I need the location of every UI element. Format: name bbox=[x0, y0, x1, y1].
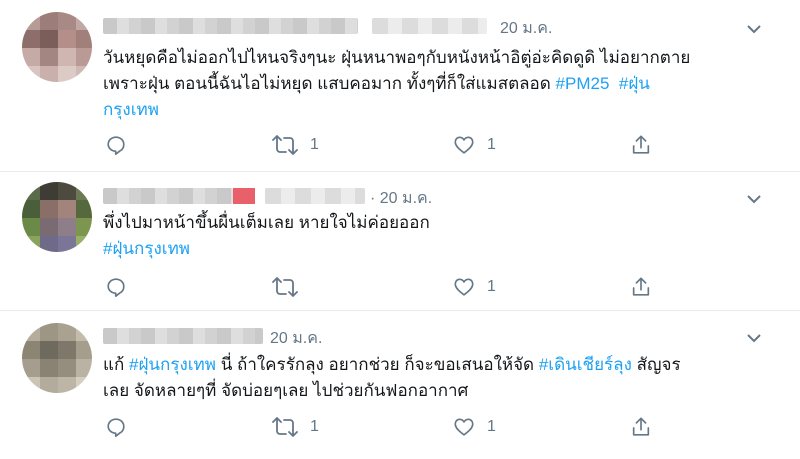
retweet-count: 1 bbox=[310, 418, 319, 435]
reply-button[interactable] bbox=[105, 133, 127, 157]
retweet-icon bbox=[272, 277, 298, 297]
like-button[interactable]: 1 bbox=[453, 415, 496, 439]
like-count: 1 bbox=[487, 136, 496, 153]
tweet-timestamp[interactable]: 20 ม.ค. bbox=[270, 326, 322, 351]
retweet-count: 1 bbox=[310, 136, 319, 153]
chevron-down-icon[interactable] bbox=[746, 333, 762, 343]
tweet-timestamp[interactable]: · 20 ม.ค. bbox=[370, 186, 432, 211]
like-count: 1 bbox=[487, 278, 496, 295]
share-button[interactable] bbox=[630, 275, 652, 299]
reply-button[interactable] bbox=[105, 275, 127, 299]
reply-icon bbox=[107, 278, 125, 297]
like-count: 1 bbox=[487, 418, 496, 435]
display-name[interactable] bbox=[103, 188, 233, 204]
reply-button[interactable] bbox=[105, 415, 127, 439]
hashtag-link[interactable]: #เดินเชียร์ลุง bbox=[539, 355, 632, 374]
tweet-item[interactable]: 20 ม.ค. วันหยุดคือไม่ออกไปไหนจริงๆนะ ฝุ่… bbox=[0, 0, 800, 172]
like-button[interactable]: 1 bbox=[453, 275, 496, 299]
tweet-text: วันหยุดคือไม่ออกไปไหนจริงๆนะ ฝุ่นหนาพอๆก… bbox=[103, 48, 691, 119]
user-handle[interactable] bbox=[372, 18, 487, 34]
hashtag-link[interactable]: #ฝุ่น bbox=[619, 74, 650, 93]
share-icon bbox=[632, 417, 650, 436]
reply-icon bbox=[107, 418, 125, 437]
tweet-actions: 1 1 bbox=[105, 133, 665, 157]
share-icon bbox=[632, 277, 650, 296]
chevron-down-icon[interactable] bbox=[746, 194, 762, 204]
hashtag-link[interactable]: #PM25 bbox=[556, 74, 610, 93]
avatar[interactable] bbox=[22, 323, 92, 393]
like-icon bbox=[454, 136, 474, 154]
display-name[interactable] bbox=[103, 328, 263, 344]
retweet-icon bbox=[272, 135, 298, 155]
hashtag-link[interactable]: #ฝุ่นกรุงเทพ bbox=[129, 355, 216, 374]
retweet-button[interactable]: 1 bbox=[272, 415, 319, 439]
tweet-actions: 1 1 bbox=[105, 415, 665, 439]
tweet-item[interactable]: · 20 ม.ค. พึ่งไปมาหน้าขึ้นผื่นเต็มเลย หา… bbox=[0, 172, 800, 311]
user-handle[interactable] bbox=[265, 188, 365, 204]
share-button[interactable] bbox=[630, 415, 652, 439]
share-button[interactable] bbox=[630, 133, 652, 157]
tweet-actions: 1 bbox=[105, 275, 665, 299]
retweet-button[interactable]: 1 bbox=[272, 133, 319, 157]
name-emoji bbox=[233, 188, 255, 204]
tweet-feed: 20 ม.ค. วันหยุดคือไม่ออกไปไหนจริงๆนะ ฝุ่… bbox=[0, 0, 800, 459]
hashtag-link[interactable]: กรุงเทพ bbox=[103, 100, 159, 119]
like-icon bbox=[454, 418, 474, 436]
avatar[interactable] bbox=[22, 182, 92, 252]
avatar[interactable] bbox=[22, 12, 92, 82]
retweet-button[interactable] bbox=[272, 275, 310, 299]
display-name[interactable] bbox=[103, 18, 358, 34]
tweet-text: พึ่งไปมาหน้าขึ้นผื่นเต็มเลย หายใจไม่ค่อย… bbox=[103, 213, 430, 258]
share-icon bbox=[632, 135, 650, 154]
tweet-item[interactable]: 20 ม.ค. แก้ #ฝุ่นกรุงเทพ นี่ ถ้าใครรักลุ… bbox=[0, 311, 800, 459]
tweet-timestamp[interactable]: 20 ม.ค. bbox=[500, 16, 552, 41]
retweet-icon bbox=[272, 417, 298, 437]
tweet-text: แก้ #ฝุ่นกรุงเทพ นี่ ถ้าใครรักลุง อยากช่… bbox=[103, 355, 681, 400]
like-icon bbox=[454, 278, 474, 296]
chevron-down-icon[interactable] bbox=[746, 24, 762, 34]
hashtag-link[interactable]: #ฝุ่นกรุงเทพ bbox=[103, 239, 190, 258]
reply-icon bbox=[107, 136, 125, 155]
like-button[interactable]: 1 bbox=[453, 133, 496, 157]
